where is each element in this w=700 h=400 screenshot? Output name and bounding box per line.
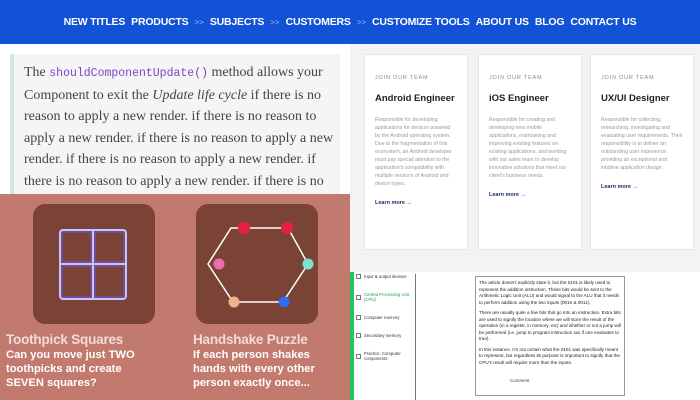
docs-excerpt: The shouldComponentUpdate() method allow… xyxy=(10,54,340,194)
nav-item-customize-tools[interactable]: CUSTOMIZE TOOLS xyxy=(372,16,470,28)
learn-more-link[interactable]: Learn more → xyxy=(489,192,526,198)
job-description: Responsible for creating and developing … xyxy=(489,117,567,179)
job-card-android: JOIN OUR TEAM Android Engineer Responsib… xyxy=(364,54,468,250)
puzzle-description: If each person shakes hands with every o… xyxy=(193,349,315,389)
job-card-ios: JOIN OUR TEAM iOS Engineer Responsible f… xyxy=(478,54,582,250)
puzzle-title: Handshake Puzzle xyxy=(193,332,308,347)
lesson-status-icon xyxy=(356,333,361,338)
careers-section: JOIN OUR TEAM Android Engineer Responsib… xyxy=(350,44,700,272)
lesson-paragraph: There are usually quite a few bits that … xyxy=(479,310,621,341)
docs-body: if there is no reason to apply a new ren… xyxy=(24,87,334,189)
nav-item-new-titles[interactable]: NEW TITLES xyxy=(64,16,126,28)
hexagon-network-icon xyxy=(207,222,314,308)
course-lesson: Input & output devices Central Processing… xyxy=(350,272,700,400)
nav-item-customers[interactable]: CUSTOMERS xyxy=(286,16,351,28)
lesson-label: Secondary memory xyxy=(364,333,402,338)
lesson-status-icon xyxy=(356,294,361,300)
progress-strip xyxy=(350,272,354,400)
lesson-content: The article doesn't explicitly state it,… xyxy=(475,276,625,396)
lesson-label: Computer memory xyxy=(364,315,400,320)
lesson-sidebar-item[interactable]: Central Processing Unit (CPU) xyxy=(356,292,416,302)
job-description: Responsible for collecting, researching,… xyxy=(601,117,683,171)
docs-paragraph: The shouldComponentUpdate() method allow… xyxy=(24,62,340,194)
code-snippet: shouldComponentUpdate() xyxy=(49,67,208,80)
lesson-paragraph: In this instance, I'm not certain what t… xyxy=(479,346,620,365)
nav-item-contact-us[interactable]: CONTACT US xyxy=(570,16,636,28)
lesson-label: Input & output devices xyxy=(364,274,407,279)
nav-item-about-us[interactable]: ABOUT US xyxy=(476,16,529,28)
sidebar-divider xyxy=(415,274,416,400)
learn-more-link[interactable]: Learn more → xyxy=(375,200,412,206)
nav-item-blog[interactable]: BLOG xyxy=(535,16,565,28)
job-card-uxui: JOIN OUR TEAM UX/UI Designer Responsible… xyxy=(590,54,694,250)
lesson-sidebar-item[interactable]: Secondary memory xyxy=(356,333,416,338)
top-navigation: NEW TITLES >> PRODUCTS >> SUBJECTS >> CUSTOMER… xyxy=(0,0,700,44)
job-title: Android Engineer xyxy=(375,93,455,104)
puzzle-card-toothpick[interactable] xyxy=(33,204,155,324)
lesson-paragraph: The article doesn't explicitly state it,… xyxy=(479,280,619,305)
nav-item-subjects[interactable]: SUBJECTS xyxy=(210,16,265,28)
lesson-status-icon xyxy=(356,274,361,279)
nav-separator: >> xyxy=(356,17,367,27)
job-title: UX/UI Designer xyxy=(601,93,670,104)
card-kicker: JOIN OUR TEAM xyxy=(375,75,429,81)
toothpick-grid-icon xyxy=(59,229,127,300)
docs-intro: The xyxy=(24,65,46,80)
lesson-label: Central Processing Unit (CPU) xyxy=(364,292,410,302)
lesson-sidebar: Input & output devices Central Processing… xyxy=(356,274,416,400)
nav-separator: >> xyxy=(270,17,280,27)
job-title: iOS Engineer xyxy=(489,93,549,104)
card-kicker: JOIN OUR TEAM xyxy=(489,75,543,81)
nav-separator: >> xyxy=(194,17,204,27)
lesson-label: Practice: Computer components xyxy=(364,351,401,361)
puzzle-title: Toothpick Squares xyxy=(6,332,124,347)
lesson-sidebar-item[interactable]: Practice: Computer components xyxy=(356,351,416,361)
lesson-status-icon xyxy=(356,315,361,320)
card-kicker: JOIN OUR TEAM xyxy=(601,75,655,81)
job-description: Responsible for developing applications … xyxy=(375,117,452,187)
lesson-status-icon xyxy=(356,353,361,359)
lifecycle-term: Update life cycle xyxy=(152,87,248,103)
puzzle-description: Can you move just TWO toothpicks and cre… xyxy=(6,349,135,389)
lesson-sidebar-item[interactable]: Computer memory xyxy=(356,315,416,320)
lesson-sidebar-item[interactable]: Input & output devices xyxy=(356,274,416,279)
puzzle-panel: Toothpick Squares Can you move just TWO … xyxy=(0,194,350,400)
learn-more-link[interactable]: Learn more → xyxy=(601,184,638,190)
nav-item-products[interactable]: PRODUCTS xyxy=(131,16,189,28)
puzzle-card-handshake[interactable] xyxy=(196,204,318,324)
comment-label[interactable]: Comment xyxy=(510,378,530,383)
